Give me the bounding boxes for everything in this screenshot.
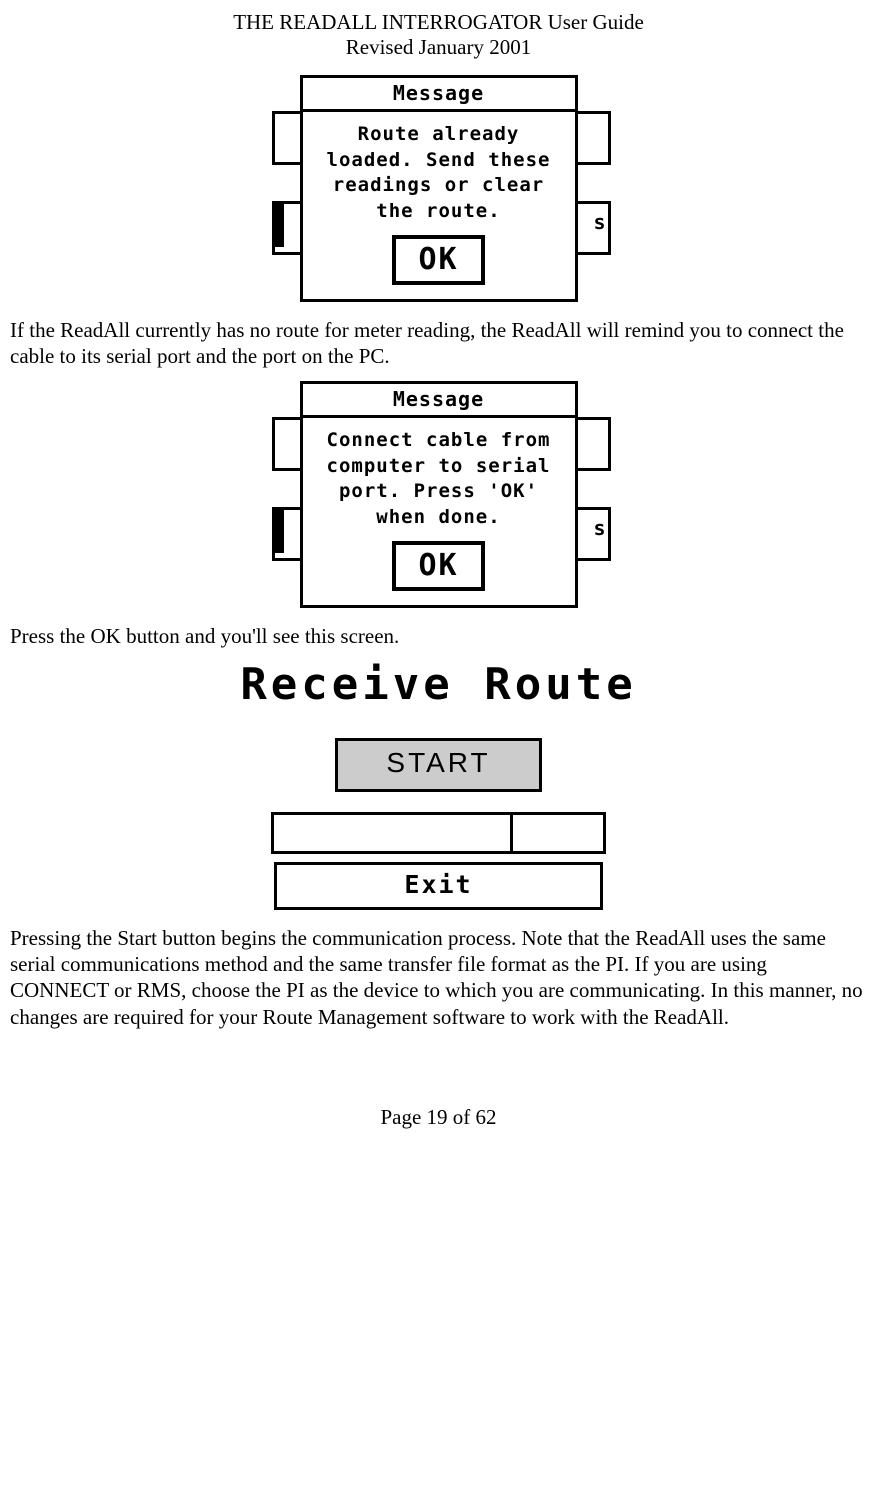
background-char: s <box>593 516 606 540</box>
receive-route-screenshot: Receive Route START Exit <box>10 661 867 910</box>
exit-button[interactable]: Exit <box>274 862 603 910</box>
ok-button[interactable]: OK <box>392 235 484 285</box>
paragraph-3: Pressing the Start button begins the com… <box>10 925 867 1030</box>
background-window-fragment <box>274 203 284 247</box>
dialog-title: Message <box>303 78 575 112</box>
document-page: THE READALL INTERROGATOR User Guide Revi… <box>0 0 877 1150</box>
status-box-left <box>271 812 513 854</box>
status-box-right <box>513 812 606 854</box>
ok-button[interactable]: OK <box>392 541 484 591</box>
message-dialog-2: Message Connect cable from computer to s… <box>300 381 578 608</box>
dialog-screenshot-1: s Message Route already loaded. Send the… <box>10 75 867 302</box>
page-footer: Page 19 of 62 <box>10 1105 867 1130</box>
message-dialog-1: Message Route already loaded. Send these… <box>300 75 578 302</box>
header-subtitle: Revised January 2001 <box>10 35 867 60</box>
background-window-fragment <box>274 509 284 553</box>
dialog-body-text: Route already loaded. Send these reading… <box>303 112 575 235</box>
document-header: THE READALL INTERROGATOR User Guide Revi… <box>10 10 867 60</box>
paragraph-1: If the ReadAll currently has no route fo… <box>10 317 867 370</box>
dialog-body-text: Connect cable from computer to serial po… <box>303 418 575 541</box>
start-button[interactable]: START <box>335 738 541 792</box>
header-title: THE READALL INTERROGATOR User Guide <box>10 10 867 35</box>
paragraph-2: Press the OK button and you'll see this … <box>10 623 867 649</box>
dialog-screenshot-2: s Message Connect cable from computer to… <box>10 381 867 608</box>
dialog-title: Message <box>303 384 575 418</box>
receive-route-title: Receive Route <box>240 659 636 710</box>
background-char: s <box>593 210 606 234</box>
status-row <box>240 812 636 854</box>
